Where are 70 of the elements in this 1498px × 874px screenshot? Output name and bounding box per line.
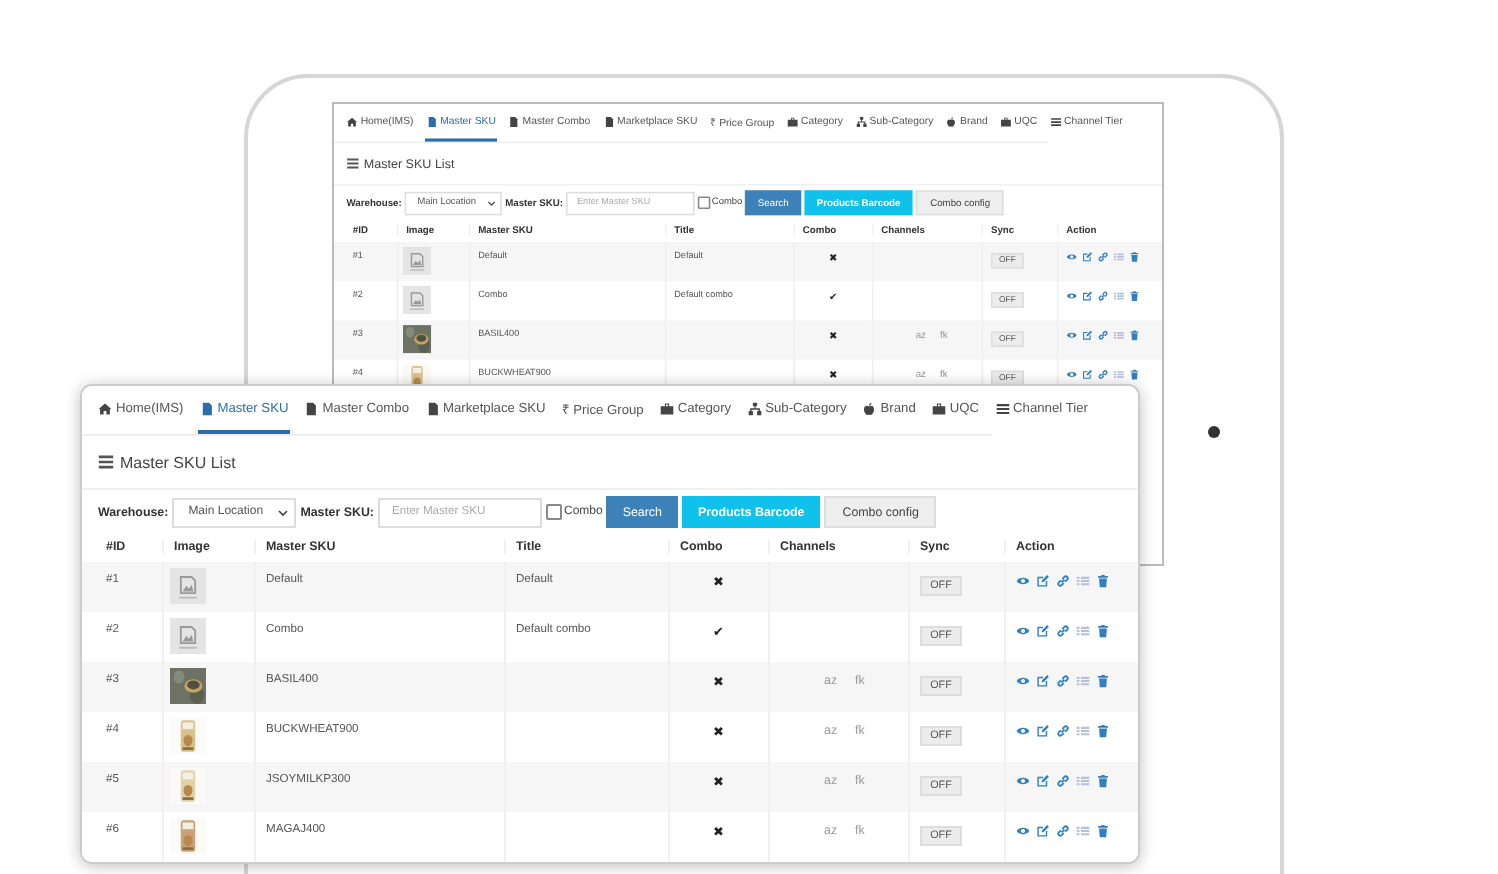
- document-icon: [602, 115, 614, 127]
- edit-icon[interactable]: [1036, 724, 1050, 738]
- view-icon[interactable]: [1016, 724, 1030, 738]
- view-icon[interactable]: [1016, 824, 1030, 838]
- sitemap-icon: [747, 401, 762, 415]
- briefcase-icon: [1000, 115, 1012, 127]
- link-icon[interactable]: [1056, 574, 1070, 588]
- delete-icon[interactable]: [1129, 369, 1140, 380]
- list-icon: [98, 454, 114, 470]
- delete-icon[interactable]: [1096, 774, 1110, 788]
- edit-icon[interactable]: [1036, 824, 1050, 838]
- edit-icon[interactable]: [1081, 251, 1093, 263]
- image-placeholder-icon: [403, 285, 432, 315]
- delete-icon[interactable]: [1096, 724, 1110, 738]
- edit-icon[interactable]: [1081, 329, 1093, 341]
- edit-icon[interactable]: [1036, 574, 1050, 588]
- delete-icon[interactable]: [1129, 290, 1140, 302]
- image-placeholder-icon: [170, 618, 206, 654]
- view-icon[interactable]: [1066, 369, 1078, 380]
- document-icon: [304, 401, 319, 415]
- link-icon[interactable]: [1056, 624, 1070, 638]
- document-icon: [425, 401, 439, 415]
- briefcase-icon: [786, 115, 798, 127]
- sitemap-icon: [855, 115, 867, 127]
- delete-icon[interactable]: [1129, 329, 1140, 341]
- delete-icon[interactable]: [1096, 574, 1110, 588]
- view-icon[interactable]: [1066, 329, 1078, 341]
- link-icon[interactable]: [1097, 290, 1109, 302]
- delete-icon[interactable]: [1129, 251, 1140, 263]
- link-icon[interactable]: [1056, 724, 1070, 738]
- delete-icon[interactable]: [1096, 824, 1110, 838]
- edit-icon[interactable]: [1081, 290, 1093, 302]
- link-icon[interactable]: [1097, 251, 1109, 263]
- apple-icon: [862, 401, 877, 415]
- link-icon[interactable]: [1056, 774, 1070, 788]
- home-icon: [346, 115, 358, 127]
- edit-icon[interactable]: [1036, 624, 1050, 638]
- delete-icon[interactable]: [1096, 624, 1110, 638]
- home-icon: [98, 401, 112, 415]
- briefcase-icon: [931, 401, 946, 415]
- view-icon[interactable]: [1066, 290, 1078, 302]
- edit-icon[interactable]: [1081, 369, 1093, 380]
- view-icon[interactable]: [1016, 574, 1030, 588]
- delete-icon[interactable]: [1096, 674, 1110, 688]
- tablet-camera: [1208, 426, 1220, 438]
- combo-checkbox[interactable]: [545, 504, 562, 520]
- view-icon[interactable]: [1066, 251, 1078, 263]
- image-placeholder-icon: [403, 246, 432, 275]
- caret-icon: [278, 507, 289, 517]
- combo-checkbox[interactable]: [697, 196, 711, 210]
- document-icon: [426, 115, 437, 127]
- list-icon: [346, 157, 360, 170]
- view-icon[interactable]: [1016, 674, 1030, 688]
- link-icon[interactable]: [1056, 674, 1070, 688]
- document-icon: [199, 401, 214, 415]
- caret-icon: [487, 198, 496, 207]
- apple-icon: [945, 115, 957, 127]
- list-icon: [1049, 115, 1061, 127]
- image-placeholder-icon: [170, 568, 206, 604]
- link-icon[interactable]: [1056, 824, 1070, 838]
- document-icon: [508, 115, 520, 127]
- edit-icon[interactable]: [1036, 674, 1050, 688]
- briefcase-icon: [659, 401, 674, 415]
- link-icon[interactable]: [1097, 369, 1109, 380]
- view-icon[interactable]: [1016, 774, 1030, 788]
- page-title: Master SKU List: [120, 453, 236, 471]
- list-icon: [995, 401, 1010, 415]
- link-icon[interactable]: [1097, 329, 1109, 341]
- edit-icon[interactable]: [1036, 774, 1050, 788]
- view-icon[interactable]: [1016, 624, 1030, 638]
